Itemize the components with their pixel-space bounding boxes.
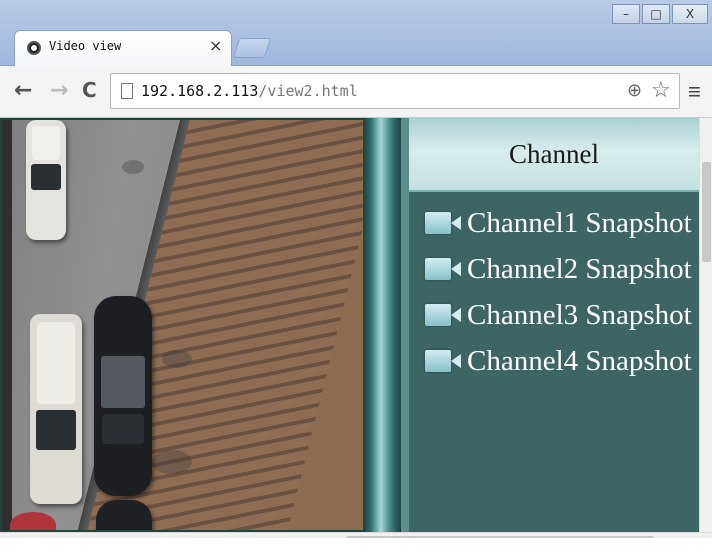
car-windshield	[100, 356, 146, 408]
channel-list: Channel1 Snapshot Channel2 Snapshot Chan…	[423, 200, 712, 384]
bookmark-star-icon[interactable]: ☆	[651, 77, 671, 103]
video-ground-spot	[122, 160, 144, 174]
channel-panel-title: Channel	[509, 138, 599, 169]
browser-menu-icon[interactable]: ≡	[688, 79, 701, 105]
camera-lens	[451, 262, 461, 276]
video-white-van	[30, 314, 82, 504]
reload-button[interactable]: C	[82, 78, 97, 102]
video-black-car	[96, 500, 152, 530]
browser-toolbar: ← → C 192.168.2.113/view2.html ⊕ ☆ ≡	[0, 66, 712, 118]
camera-icon	[423, 347, 463, 375]
maximize-button[interactable]: □	[642, 4, 670, 24]
channel-snapshot-item-4[interactable]: Channel4 Snapshot	[423, 338, 712, 384]
url-path: /view2.html	[258, 82, 358, 100]
forward-button[interactable]: →	[50, 78, 68, 103]
camera-lens	[451, 308, 461, 322]
tab-title: Video view	[49, 39, 122, 53]
page-icon	[121, 83, 133, 99]
channel-panel-header: Channel	[409, 118, 699, 192]
camera-body	[425, 258, 451, 280]
channel-panel: Channel Channel1 Snapshot Channel2 Snaps…	[401, 118, 699, 532]
van-roof	[31, 126, 61, 160]
van-roof	[37, 322, 75, 404]
browser-titlebar: Video view × – □ X	[0, 0, 712, 66]
minimize-button[interactable]: –	[612, 4, 640, 24]
camera-body	[425, 350, 451, 372]
van-windshield	[36, 410, 76, 450]
camera-icon	[423, 255, 463, 283]
camera-icon	[423, 301, 463, 329]
vertical-scroll-thumb[interactable]	[702, 162, 711, 262]
camera-icon	[423, 209, 463, 237]
panel-splitter[interactable]	[365, 118, 401, 532]
back-button[interactable]: ←	[14, 78, 32, 103]
channel-snapshot-label: Channel4 Snapshot	[467, 344, 692, 377]
zoom-icon[interactable]: ⊕	[627, 80, 642, 101]
channel-snapshot-item-2[interactable]: Channel2 Snapshot	[423, 246, 712, 292]
camera-lens	[451, 354, 461, 368]
browser-tab[interactable]: Video view ×	[14, 30, 232, 66]
camera-body	[425, 304, 451, 326]
video-ground-spot	[152, 450, 192, 474]
url-text[interactable]: 192.168.2.113/view2.html	[141, 82, 358, 100]
video-white-van	[26, 120, 66, 240]
new-tab-button[interactable]	[232, 38, 272, 58]
horizontal-scroll-thumb[interactable]	[346, 536, 654, 538]
video-ground-spot	[162, 350, 192, 368]
channel-snapshot-label: Channel2 Snapshot	[467, 252, 692, 285]
channel-snapshot-label: Channel3 Snapshot	[467, 298, 692, 331]
camera-video-feed[interactable]	[0, 118, 365, 532]
close-window-button[interactable]: X	[672, 4, 708, 24]
channel-snapshot-item-3[interactable]: Channel3 Snapshot	[423, 292, 712, 338]
video-curb	[2, 120, 12, 530]
address-bar[interactable]: 192.168.2.113/view2.html ⊕ ☆	[110, 73, 680, 109]
favicon-icon	[27, 41, 41, 55]
url-host: 192.168.2.113	[141, 82, 259, 100]
channel-snapshot-label: Channel1 Snapshot	[467, 206, 692, 239]
tab-close-icon[interactable]: ×	[209, 36, 222, 55]
video-red-object	[10, 512, 56, 530]
page-viewport: Channel Channel1 Snapshot Channel2 Snaps…	[0, 118, 712, 538]
horizontal-scrollbar[interactable]	[0, 532, 712, 538]
video-black-car	[94, 296, 152, 496]
car-roof	[102, 414, 144, 444]
van-windshield	[30, 164, 62, 190]
camera-body	[425, 212, 451, 234]
camera-lens	[451, 216, 461, 230]
vertical-scrollbar[interactable]	[699, 118, 712, 532]
channel-snapshot-item-1[interactable]: Channel1 Snapshot	[423, 200, 712, 246]
window-controls: – □ X	[612, 4, 710, 26]
